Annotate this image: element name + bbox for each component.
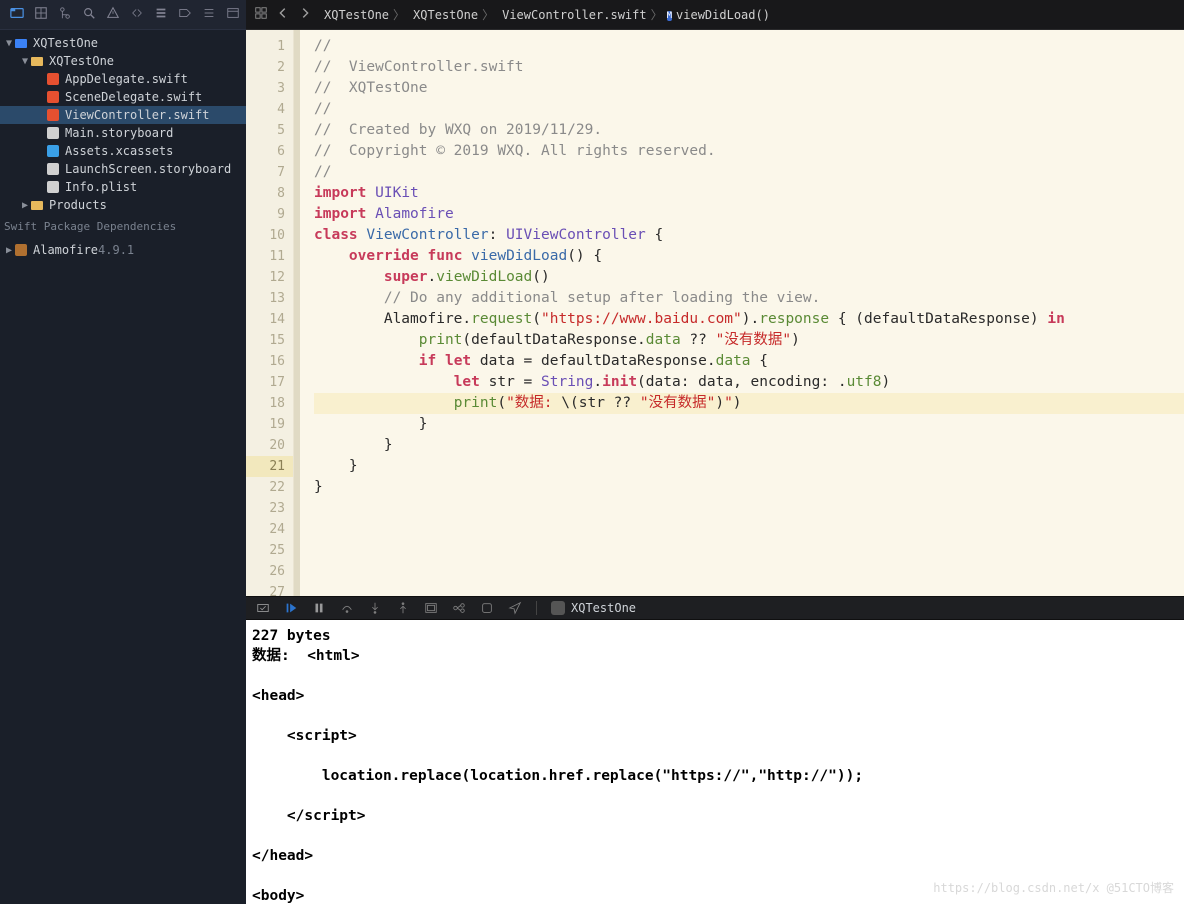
related-items-icon[interactable] [254, 6, 268, 23]
tree-row[interactable]: SceneDelegate.swift [0, 88, 246, 106]
window-icon[interactable] [226, 6, 240, 23]
tree-row[interactable]: AppDelegate.swift [0, 70, 246, 88]
tree-label: Products [49, 198, 107, 212]
debug-navigator-icon[interactable] [154, 6, 168, 23]
breadcrumb-item[interactable]: MviewDidLoad() [667, 7, 770, 22]
breadcrumb-item[interactable]: XQTestOne [320, 8, 389, 22]
sidebar-navigator-toolbar [0, 0, 246, 30]
test-navigator-icon[interactable] [130, 6, 144, 23]
chevron-right-icon: 〉 [651, 6, 663, 23]
disclosure-arrow[interactable]: ▶ [20, 200, 30, 211]
tree-label: Info.plist [65, 180, 137, 194]
console-output[interactable]: 227 bytes 数据: <html> <head> <script> loc… [246, 620, 1184, 904]
location-icon[interactable] [508, 601, 522, 615]
tree-label: LaunchScreen.storyboard [65, 162, 231, 176]
source-control-icon[interactable] [34, 6, 48, 23]
breadcrumb-item[interactable]: XQTestOne [409, 8, 478, 22]
disclosure-arrow[interactable]: ▼ [4, 38, 14, 49]
tree-label: SceneDelegate.swift [65, 90, 202, 104]
dep-row[interactable]: ▶Alamofire 4.9.1 [0, 241, 246, 259]
debug-target[interactable]: XQTestOne [551, 601, 636, 615]
main-area: XQTestOne 〉 XQTestOne 〉 ViewController.swift… [246, 0, 1184, 904]
chevron-right-icon: 〉 [482, 6, 494, 23]
line-gutter: 1234567891011121314151617181920212223242… [246, 30, 294, 596]
debug-target-label: XQTestOne [571, 601, 636, 615]
memory-graph-icon[interactable] [452, 601, 466, 615]
report-navigator-icon[interactable] [202, 6, 216, 23]
separator [536, 601, 537, 615]
view-debug-icon[interactable] [424, 601, 438, 615]
breakpoint-navigator-icon[interactable] [178, 6, 192, 23]
code-editor[interactable]: 1234567891011121314151617181920212223242… [246, 30, 1184, 596]
project-tree: ▼XQTestOne▼XQTestOneAppDelegate.swiftSce… [0, 30, 246, 214]
continue-icon[interactable] [284, 601, 298, 615]
pause-icon[interactable] [312, 601, 326, 615]
project-navigator-icon[interactable] [10, 6, 24, 23]
tree-label: AppDelegate.swift [65, 72, 188, 86]
tree-row[interactable]: ▶ Products [0, 196, 246, 214]
jump-bar: XQTestOne 〉 XQTestOne 〉 ViewController.swift… [246, 0, 1184, 30]
tree-row[interactable]: ViewController.swift [0, 106, 246, 124]
tree-label: ViewController.swift [65, 108, 210, 122]
code-area[interactable]: //// ViewController.swift// XQTestOne///… [300, 30, 1184, 596]
sidebar: ▼XQTestOne▼XQTestOneAppDelegate.swiftSce… [0, 0, 246, 904]
app-icon [551, 601, 565, 615]
tree-label: XQTestOne [33, 36, 98, 50]
tree-row[interactable]: LaunchScreen.storyboard [0, 160, 246, 178]
tree-row[interactable]: Main.storyboard [0, 124, 246, 142]
tree-label: Assets.xcassets [65, 144, 173, 158]
tree-row[interactable]: ▼ XQTestOne [0, 52, 246, 70]
find-navigator-icon[interactable] [82, 6, 96, 23]
toggle-debug-icon[interactable] [256, 601, 270, 615]
tree-row[interactable]: ▼ XQTestOne [0, 34, 246, 52]
step-out-icon[interactable] [396, 601, 410, 615]
watermark: https://blog.csdn.net/x @51CTO博客 [933, 879, 1174, 896]
symbol-navigator-icon[interactable] [58, 6, 72, 23]
breadcrumb: XQTestOne 〉 XQTestOne 〉 ViewController.swift… [320, 6, 770, 23]
issue-navigator-icon[interactable] [106, 6, 120, 23]
deps-tree: ▶Alamofire 4.9.1 [0, 237, 246, 259]
environment-icon[interactable] [480, 601, 494, 615]
breadcrumb-item[interactable]: ViewController.swift [498, 8, 647, 22]
disclosure-arrow[interactable]: ▼ [20, 56, 30, 67]
tree-row[interactable]: Assets.xcassets [0, 142, 246, 160]
tree-label: XQTestOne [49, 54, 114, 68]
forward-icon[interactable] [298, 6, 312, 23]
tree-label: Main.storyboard [65, 126, 173, 140]
step-over-icon[interactable] [340, 601, 354, 615]
debug-toolbar: XQTestOne [246, 596, 1184, 620]
step-into-icon[interactable] [368, 601, 382, 615]
chevron-right-icon: 〉 [393, 6, 405, 23]
deps-section-label: Swift Package Dependencies [0, 214, 246, 237]
tree-row[interactable]: Info.plist [0, 178, 246, 196]
back-icon[interactable] [276, 6, 290, 23]
